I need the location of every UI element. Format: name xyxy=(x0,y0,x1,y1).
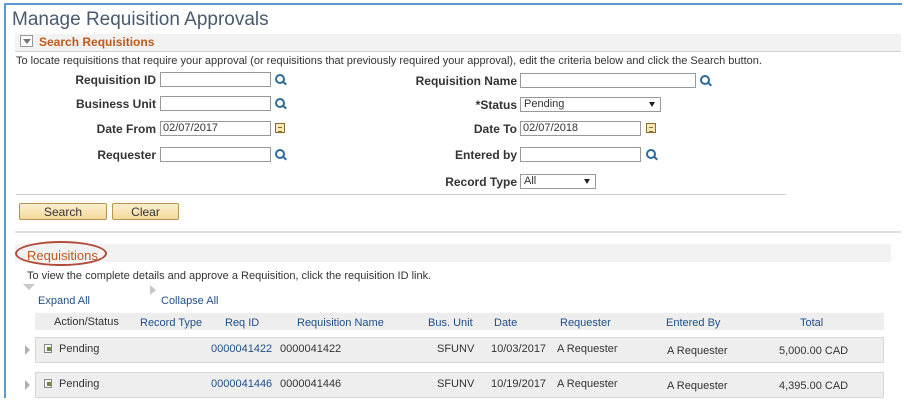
row-requester: A Requester xyxy=(557,378,618,390)
page-title: Manage Requisition Approvals xyxy=(12,9,269,30)
collapse-toggle-icon[interactable] xyxy=(20,35,33,47)
requester-label: Requester xyxy=(97,148,156,162)
expand-all-link[interactable]: Expand All xyxy=(38,295,90,307)
column-header-bus-unit[interactable]: Bus. Unit xyxy=(428,317,473,329)
column-header-requester[interactable]: Requester xyxy=(560,317,611,329)
row-requisition-name: 0000041446 xyxy=(280,378,342,390)
business-unit-lookup-icon[interactable] xyxy=(275,98,286,109)
requisitions-instructions: To view the complete details and approve… xyxy=(27,270,432,282)
requisition-id-lookup-icon[interactable] xyxy=(275,74,286,85)
entered-by-lookup-icon[interactable] xyxy=(646,149,657,160)
requester-input[interactable] xyxy=(160,147,271,162)
column-header-entered-by[interactable]: Entered By xyxy=(666,317,720,329)
row-requisition-name: 0000041422 xyxy=(280,343,342,355)
search-separator xyxy=(16,194,786,195)
column-header-date[interactable]: Date xyxy=(494,317,517,329)
requisition-id-label: Requisition ID xyxy=(75,73,156,87)
record-type-select-value: All xyxy=(524,175,537,187)
record-type-select[interactable]: All xyxy=(520,174,596,189)
business-unit-label: Business Unit xyxy=(75,97,156,111)
column-header-action-status: Action/Status xyxy=(54,316,119,328)
requester-lookup-icon[interactable] xyxy=(275,149,286,160)
section-divider xyxy=(15,231,901,233)
row-total: 4,395.00 CAD xyxy=(779,380,849,392)
row-expand-icon[interactable] xyxy=(25,380,30,390)
status-select[interactable]: Pending xyxy=(520,97,661,112)
column-header-requisition-name[interactable]: Requisition Name xyxy=(297,317,384,329)
requisition-name-label: Requisition Name xyxy=(415,74,517,88)
date-from-label: Date From xyxy=(96,122,156,136)
row-bus-unit: SFUNV xyxy=(437,378,475,390)
approval-status-icon xyxy=(44,379,52,388)
clear-button[interactable]: Clear xyxy=(112,203,179,220)
dropdown-arrow-icon xyxy=(649,102,655,107)
table-row: Pending 0000041446 0000041446 SFUNV 10/1… xyxy=(35,372,884,398)
row-status: Pending xyxy=(59,343,100,355)
row-date: 10/19/2017 xyxy=(491,378,547,390)
status-select-value: Pending xyxy=(524,98,565,110)
search-instructions: To locate requisitions that require your… xyxy=(16,55,762,67)
row-total: 5,000.00 CAD xyxy=(779,345,849,357)
highlight-oval xyxy=(15,241,107,266)
search-section-header: Search Requisitions xyxy=(15,34,901,52)
column-header-total[interactable]: Total xyxy=(800,317,823,329)
entered-by-input[interactable] xyxy=(520,147,641,162)
row-date: 10/03/2017 xyxy=(491,343,547,355)
collapse-all-icon[interactable] xyxy=(150,285,156,295)
table-row: Pending 0000041422 0000041422 SFUNV 10/0… xyxy=(35,337,884,363)
entered-by-label: Entered by xyxy=(454,148,517,162)
row-expand-icon[interactable] xyxy=(25,345,30,355)
column-header-record-type[interactable]: Record Type xyxy=(140,317,202,329)
date-to-input[interactable]: 02/07/2018 xyxy=(520,121,641,136)
business-unit-input[interactable] xyxy=(160,96,271,111)
status-label: *Status xyxy=(475,98,517,112)
requisition-name-input[interactable] xyxy=(520,73,696,88)
requisitions-header-bar xyxy=(15,244,891,262)
date-from-input[interactable]: 02/07/2017 xyxy=(160,121,271,136)
row-entered-by: A Requester xyxy=(667,380,728,392)
approval-status-icon xyxy=(44,344,52,353)
collapse-all-link[interactable]: Collapse All xyxy=(161,295,218,307)
row-status: Pending xyxy=(59,378,100,390)
row-entered-by: A Requester xyxy=(667,345,728,357)
search-button[interactable]: Search xyxy=(19,203,107,220)
row-req-id-link[interactable]: 0000041422 xyxy=(211,343,272,355)
row-requester: A Requester xyxy=(557,343,618,355)
dropdown-arrow-icon xyxy=(584,179,590,184)
column-header-req-id[interactable]: Req ID xyxy=(225,317,259,329)
search-section-title[interactable]: Search Requisitions xyxy=(39,35,154,49)
expand-all-icon[interactable] xyxy=(23,284,35,290)
row-bus-unit: SFUNV xyxy=(437,343,475,355)
requisition-name-lookup-icon[interactable] xyxy=(700,75,711,86)
requisition-id-input[interactable] xyxy=(160,72,271,87)
date-to-calendar-icon[interactable] xyxy=(646,123,656,133)
record-type-label: Record Type xyxy=(445,175,517,189)
date-from-calendar-icon[interactable] xyxy=(275,123,285,133)
row-req-id-link[interactable]: 0000041446 xyxy=(211,378,272,390)
date-to-label: Date To xyxy=(473,122,517,136)
